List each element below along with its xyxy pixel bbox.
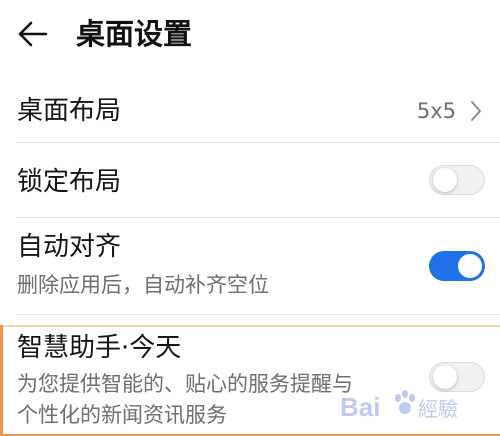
setting-row-auto-align[interactable]: 自动对齐 删除应用后，自动补齐空位 xyxy=(0,218,500,314)
setting-row-smart-assistant[interactable]: 智慧助手·今天 为您提供智能的、贴心的服务提醒与 个性化的新闻资讯服务 xyxy=(0,315,500,436)
setting-row-desktop-layout[interactable]: 桌面布局 5x5 xyxy=(0,80,500,142)
setting-subtitle: 删除应用后，自动补齐空位 xyxy=(17,273,269,297)
setting-subtitle: 个性化的新闻资讯服务 xyxy=(17,403,227,427)
toggle-knob xyxy=(458,254,482,278)
arrow-left-icon xyxy=(18,21,48,47)
setting-label: 锁定布局 xyxy=(17,167,122,197)
setting-label: 桌面布局 xyxy=(17,96,122,126)
chevron-right-icon xyxy=(471,101,481,121)
layout-value: 5x5 xyxy=(416,99,456,123)
toggle-knob xyxy=(433,168,457,192)
frame-edge-top xyxy=(0,325,500,327)
lock-layout-toggle[interactable] xyxy=(429,165,485,195)
settings-screen: 桌面设置 桌面布局 5x5 锁定布局 自动对齐 删除应用后，自动补齐空位 智慧助… xyxy=(0,0,500,436)
header: 桌面设置 xyxy=(0,0,500,72)
setting-label: 自动对齐 xyxy=(17,232,122,262)
toggle-knob xyxy=(433,365,457,389)
setting-label: 智慧助手·今天 xyxy=(17,333,182,363)
auto-align-toggle[interactable] xyxy=(429,251,485,281)
page-title: 桌面设置 xyxy=(76,17,193,51)
setting-subtitle: 为您提供智能的、贴心的服务提醒与 xyxy=(17,372,353,396)
frame-edge-left xyxy=(0,325,3,436)
back-button[interactable] xyxy=(12,14,52,54)
setting-row-lock-layout[interactable]: 锁定布局 xyxy=(0,143,500,217)
smart-assistant-toggle[interactable] xyxy=(429,362,485,392)
